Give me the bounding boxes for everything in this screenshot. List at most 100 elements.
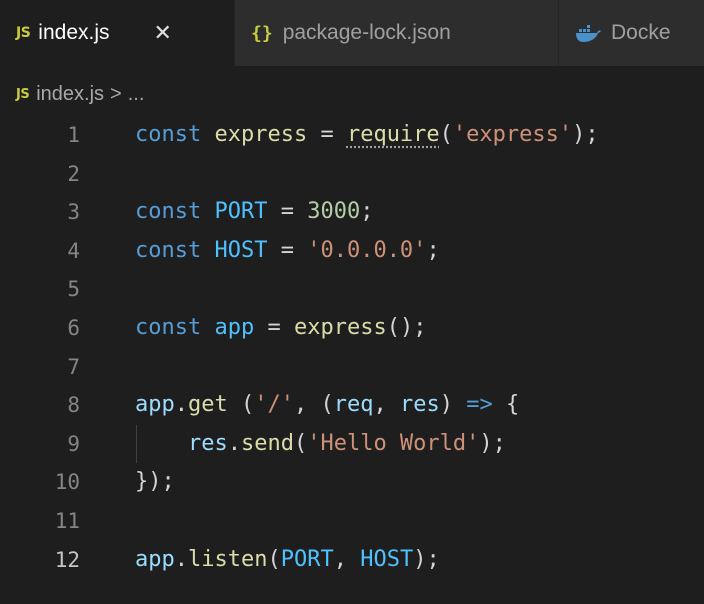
breadcrumb: JS index.js > ... [16,78,144,110]
tab-label: Docke [611,21,671,44]
code-line[interactable]: 1 const express = require('express'); [0,116,704,155]
code-token: = [267,237,308,263]
code-line[interactable]: 4 const HOST = '0.0.0.0'; [0,232,704,271]
tab-bar: JS index.js ✕ {} package-lock.json Docke [0,0,704,66]
code-line[interactable]: 6 const app = express(); [0,309,704,348]
code-token: const [135,314,202,340]
code-token: = [267,199,308,225]
code-token: app [135,546,175,572]
code-line[interactable]: 11 [0,502,704,541]
tab-package-lock-json[interactable]: {} package-lock.json [234,0,558,66]
close-tab-icon[interactable]: ✕ [154,20,172,46]
code-token: const [135,199,202,225]
code-line[interactable]: 5 [0,270,704,309]
code-token: res [187,430,228,456]
code-token: HOST [214,237,268,263]
line-number: 5 [67,277,80,302]
code-token: ; [360,199,374,225]
line-number: 7 [67,354,80,379]
line-number: 8 [67,393,80,418]
code-token: listen [188,546,268,572]
code-token: , ( [294,392,334,418]
code-token: = [307,122,347,147]
code-line[interactable]: 9 res.send('Hello World'); [0,424,704,464]
code-token: ); [413,546,440,572]
code-token: ( [293,430,308,456]
code-token: '/' [254,392,294,418]
tab-index-js[interactable]: JS index.js ✕ [0,0,234,66]
code-token: const [135,237,202,263]
breadcrumb-symbols[interactable]: ... [128,83,145,106]
code-token: ); [572,122,599,147]
code-token: 3000 [307,199,361,225]
code-token: ( [267,546,281,572]
code-token: require [346,122,440,147]
code-token: , [333,546,361,572]
code-token: ); [479,430,506,456]
code-token: app [214,314,255,340]
code-token: (); [386,314,427,340]
line-number: 6 [67,315,80,340]
code-token: HOST [360,546,414,572]
javascript-file-icon: JS [16,86,30,102]
line-number: 12 [54,547,80,572]
code-token: , [373,392,400,418]
breadcrumb-file[interactable]: index.js [36,83,104,106]
tab-dockerfile[interactable]: Docke [558,0,704,66]
code-token: 'express' [452,122,573,147]
code-token: => [466,392,493,418]
code-token: }); [135,469,175,495]
code-token: res [400,392,440,418]
code-line[interactable]: 2 [0,155,704,194]
json-file-icon: {} [251,22,273,44]
line-code: }); [135,463,175,502]
line-number: 10 [54,470,80,495]
code-token: PORT [214,199,268,225]
code-token: { [492,392,520,418]
line-number: 1 [67,123,80,147]
code-token: '0.0.0.0' [307,237,427,263]
line-code: const PORT = 3000; [135,193,373,232]
javascript-file-icon: JS [16,25,31,41]
code-line[interactable]: 12 app.listen(PORT, HOST); [0,541,704,580]
code-token: ( [439,122,453,147]
docker-icon [576,25,601,42]
code-token: ) [439,392,467,418]
breadcrumb-separator: > [110,82,122,105]
code-token: . [174,546,188,572]
code-token: send [240,430,294,456]
line-code: app.listen(PORT, HOST); [135,541,440,580]
code-line[interactable]: 7 [0,348,704,387]
line-code: res.send('Hello World'); [135,425,506,464]
code-token: PORT [280,546,334,572]
line-code: app.get ('/', (req, res) => { [135,386,519,425]
code-editor: JS index.js ✕ {} package-lock.json Docke… [0,0,704,604]
line-number: 11 [54,508,80,533]
line-number: 4 [67,238,80,263]
line-code: const HOST = '0.0.0.0'; [135,232,440,271]
code-line[interactable]: 10}); [0,463,704,502]
line-code: const app = express(); [135,309,426,348]
code-token: express [214,122,308,147]
line-number: 3 [67,200,80,225]
code-token: ; [426,237,440,263]
code-token: get [188,392,228,418]
code-token: app [135,392,175,418]
code-token: . [174,392,188,418]
code-token: = [254,314,294,340]
code-line[interactable]: 3 const PORT = 3000; [0,193,704,232]
code-token: 'Hello World' [307,430,480,456]
tab-label: package-lock.json [282,21,451,44]
tab-label: index.js [38,21,110,44]
line-number: 2 [67,161,80,186]
code-area[interactable]: 1 const express = require('express'); 2 3 co… [0,116,704,579]
code-line[interactable]: 8 app.get ('/', (req, res) => { [0,386,704,425]
line-number: 9 [67,431,80,456]
code-token: const [135,122,202,147]
code-token: . [227,430,241,456]
